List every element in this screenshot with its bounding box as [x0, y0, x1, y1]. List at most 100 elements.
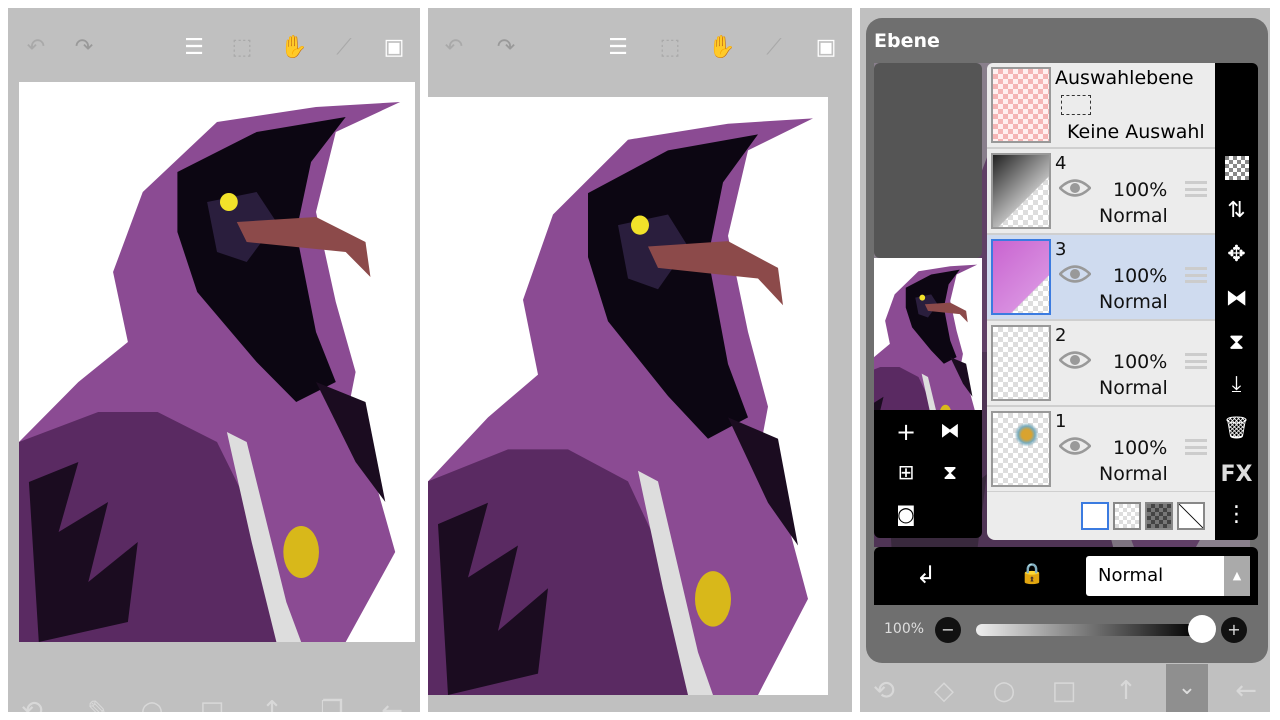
canvas-thumbnail[interactable]	[874, 258, 982, 410]
opacity-slider[interactable]	[976, 624, 1198, 636]
blend-mode-select[interactable]: Normal ▲	[1086, 556, 1250, 596]
top-toolbar: ↶ ↷ ☰ ⬚ ✋ ⟋ ▣	[8, 8, 420, 82]
image-icon[interactable]: ▣	[380, 34, 408, 62]
ruler-icon[interactable]: ⟋	[330, 34, 358, 62]
layer-thumbnail	[991, 325, 1051, 401]
drawing-canvas[interactable]	[19, 82, 415, 642]
add-special-layer-icon[interactable]: ⊞	[888, 460, 924, 484]
circle-icon[interactable]: ○	[986, 676, 1022, 706]
layer-opacity: 100%	[1113, 437, 1168, 459]
ruler-icon[interactable]: ⟋	[760, 34, 788, 62]
layer-row[interactable]: 3 100% Normal	[987, 235, 1215, 321]
bg-dark-swatch[interactable]	[1145, 502, 1173, 530]
flip-vertical-icon[interactable]: ⧗	[1215, 330, 1258, 355]
layer-opacity: 100%	[1113, 351, 1168, 373]
layer-thumbnail	[991, 411, 1051, 487]
bg-none-swatch[interactable]	[1177, 502, 1205, 530]
redo-icon[interactable]: ↷	[70, 34, 98, 62]
camera-icon[interactable]: ◙	[888, 502, 924, 526]
more-icon[interactable]: ⋮	[1215, 502, 1258, 527]
layer-row[interactable]: 1 100% Normal	[987, 407, 1215, 493]
merge-down-icon[interactable]: ⤓	[1215, 372, 1258, 397]
square-icon[interactable]: □	[194, 696, 230, 712]
layer-thumbnail	[991, 153, 1051, 229]
dialog-title: Ebene	[874, 30, 940, 52]
eye-visibility-icon[interactable]	[1059, 263, 1091, 285]
clipping-icon[interactable]: ↲	[908, 561, 944, 589]
arrow-up-icon[interactable]: ↑	[1108, 676, 1144, 706]
layer-blend-mode: Normal	[1099, 205, 1168, 227]
add-layer-icon[interactable]: +	[888, 418, 924, 446]
hand-tool-icon[interactable]: ✋	[280, 34, 308, 62]
layer-thumbnail	[991, 239, 1051, 315]
transform-icon[interactable]: ⟲	[866, 676, 902, 706]
alpha-lock-icon[interactable]: 🔒	[1014, 561, 1050, 585]
bg-white-swatch[interactable]	[1081, 502, 1109, 530]
canvas-screen-2: ↶ ↷ ☰ ⬚ ✋ ⟋ ▣	[428, 8, 852, 712]
back-arrow-icon[interactable]: ←	[1228, 676, 1264, 706]
bg-transparent-swatch[interactable]	[1113, 502, 1141, 530]
redo-icon[interactable]: ↷	[492, 34, 520, 62]
brush-icon[interactable]: ✎	[80, 696, 116, 712]
toggle-settings-icon[interactable]: ☰	[604, 34, 632, 62]
canvas-screen-1: ↶ ↷ ☰ ⬚ ✋ ⟋ ▣ ⟲ ✎ ○ □ ↑ ❐ ←	[8, 8, 420, 712]
selection-icon[interactable]: ⬚	[656, 34, 684, 62]
eye-visibility-icon[interactable]	[1059, 177, 1091, 199]
layer-number: 2	[1055, 325, 1067, 346]
crow-artwork	[19, 82, 415, 642]
collapse-button[interactable]: ⌄	[1166, 664, 1208, 712]
swap-layers-icon[interactable]: ⇅	[1215, 198, 1258, 223]
square-icon[interactable]: □	[1046, 676, 1082, 706]
dashed-selection-icon	[1061, 95, 1091, 115]
checker-icon[interactable]	[1215, 156, 1258, 186]
drawing-canvas[interactable]	[428, 97, 828, 695]
drag-handle-icon[interactable]	[1185, 181, 1207, 197]
drag-handle-icon[interactable]	[1185, 353, 1207, 369]
move-icon[interactable]: ✥	[1215, 242, 1258, 267]
layer-blend-mode: Normal	[1099, 291, 1168, 313]
layer-opacity: 100%	[1113, 265, 1168, 287]
layer-number: 3	[1055, 239, 1067, 260]
arrow-up-icon[interactable]: ↑	[254, 696, 290, 712]
trash-icon[interactable]: 🗑	[1215, 416, 1258, 441]
layer-tools-box: + ⧓ ⊞ ⧗ ◙	[874, 410, 982, 538]
hand-tool-icon[interactable]: ✋	[708, 34, 736, 62]
preview-placeholder	[874, 63, 982, 258]
flip-horizontal-icon[interactable]: ⧓	[1215, 286, 1258, 311]
layer-number: 4	[1055, 153, 1067, 174]
image-icon[interactable]: ▣	[812, 34, 840, 62]
selection-icon[interactable]: ⬚	[228, 34, 256, 62]
toggle-settings-icon[interactable]: ☰	[180, 34, 208, 62]
flip-vertical-icon[interactable]: ⧗	[932, 460, 968, 484]
drag-handle-icon[interactable]	[1185, 439, 1207, 455]
selection-layer-row[interactable]: Auswahlebene Keine Auswahl	[987, 63, 1215, 149]
transform-icon[interactable]: ⟲	[14, 696, 50, 712]
eye-visibility-icon[interactable]	[1059, 435, 1091, 457]
layer-blend-mode: Normal	[1099, 377, 1168, 399]
opacity-decrease-button[interactable]: −	[935, 617, 961, 643]
drag-handle-icon[interactable]	[1185, 267, 1207, 283]
back-arrow-icon[interactable]: ←	[374, 696, 410, 712]
layers-icon[interactable]: ❐	[314, 696, 350, 712]
blend-mode-value: Normal	[1098, 565, 1164, 586]
eye-visibility-icon[interactable]	[1059, 349, 1091, 371]
selection-thumbnail	[991, 67, 1051, 143]
dropdown-arrow-icon: ▲	[1224, 556, 1250, 596]
layer-row[interactable]: 2 100% Normal	[987, 321, 1215, 407]
top-toolbar: ↶ ↷ ☰ ⬚ ✋ ⟋ ▣	[428, 8, 852, 82]
background-row	[987, 492, 1215, 540]
layer-row[interactable]: 4 100% Normal	[987, 149, 1215, 235]
undo-icon[interactable]: ↶	[440, 34, 468, 62]
selection-layer-name: Auswahlebene	[1055, 67, 1194, 89]
undo-icon[interactable]: ↶	[22, 34, 50, 62]
layer-opacity: 100%	[1113, 179, 1168, 201]
eraser-icon[interactable]: ◇	[926, 676, 962, 706]
layer-bottom-bar: ↲ 🔒 Normal ▲	[874, 547, 1258, 605]
flip-layer-icon[interactable]: ⧓	[932, 418, 968, 442]
opacity-slider-thumb[interactable]	[1188, 615, 1216, 643]
crow-artwork	[428, 97, 828, 695]
fx-button[interactable]: FX	[1215, 462, 1258, 487]
opacity-increase-button[interactable]: +	[1221, 617, 1247, 643]
circle-icon[interactable]: ○	[134, 696, 170, 712]
selection-status: Keine Auswahl	[1067, 121, 1205, 143]
